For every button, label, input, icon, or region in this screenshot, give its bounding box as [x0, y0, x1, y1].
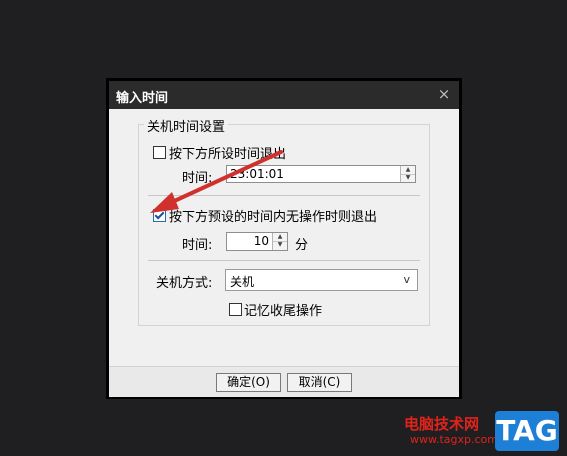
- idle-minutes-spinner[interactable]: ▲ ▼: [272, 233, 287, 250]
- exit-time-spinner[interactable]: ▲ ▼: [400, 166, 415, 182]
- exit-time-input[interactable]: 23:01:01 ▲ ▼: [226, 165, 416, 183]
- idle-time-label: 时间:: [182, 238, 213, 253]
- watermark-url: www.tagxp.com: [410, 433, 498, 446]
- idle-minutes-input[interactable]: 10 ▲ ▼: [226, 232, 288, 251]
- ok-button[interactable]: 确定(O): [216, 373, 281, 392]
- idle-exit-label[interactable]: 按下方预设的时间内无操作时则退出: [169, 206, 377, 225]
- exit-at-time-label[interactable]: 按下方所设时间退出: [169, 143, 286, 162]
- group-title: 关机时间设置: [144, 116, 229, 135]
- input-time-dialog: 输入时间 × 关机时间设置 按下方所设时间退出 时间: 23:01:01 ▲ ▼…: [106, 78, 462, 399]
- minutes-unit: 分: [295, 238, 309, 253]
- dialog-footer: 确定(O) 取消(C): [109, 366, 459, 397]
- watermark-site-name: 电脑技术网: [404, 415, 480, 433]
- exit-at-time-checkbox[interactable]: [153, 146, 166, 159]
- exit-time-label: 时间:: [182, 171, 213, 186]
- dialog-titlebar[interactable]: 输入时间 ×: [109, 81, 459, 109]
- cancel-button[interactable]: 取消(C): [287, 373, 352, 392]
- separator: [148, 260, 420, 261]
- separator: [148, 195, 420, 196]
- shutdown-mode-label: 关机方式:: [156, 276, 213, 291]
- dialog-body: 关机时间设置 按下方所设时间退出 时间: 23:01:01 ▲ ▼ 按下方预设的…: [109, 109, 459, 397]
- exit-time-value[interactable]: 23:01:01: [230, 167, 284, 181]
- remember-ending-label[interactable]: 记忆收尾操作: [244, 300, 322, 319]
- dialog-title: 输入时间: [116, 91, 169, 106]
- shutdown-mode-value[interactable]: 关机: [230, 273, 254, 290]
- chevron-down-icon[interactable]: v: [403, 273, 410, 286]
- spin-down-icon[interactable]: ▼: [401, 174, 415, 182]
- spin-down-icon[interactable]: ▼: [273, 241, 287, 249]
- close-icon[interactable]: ×: [435, 85, 453, 103]
- watermark-tag-logo: TAG: [495, 411, 559, 451]
- shutdown-mode-select[interactable]: 关机 v: [225, 269, 418, 291]
- idle-exit-checkbox[interactable]: [153, 209, 166, 222]
- remember-ending-checkbox[interactable]: [229, 303, 242, 316]
- idle-minutes-value[interactable]: 10: [254, 234, 269, 248]
